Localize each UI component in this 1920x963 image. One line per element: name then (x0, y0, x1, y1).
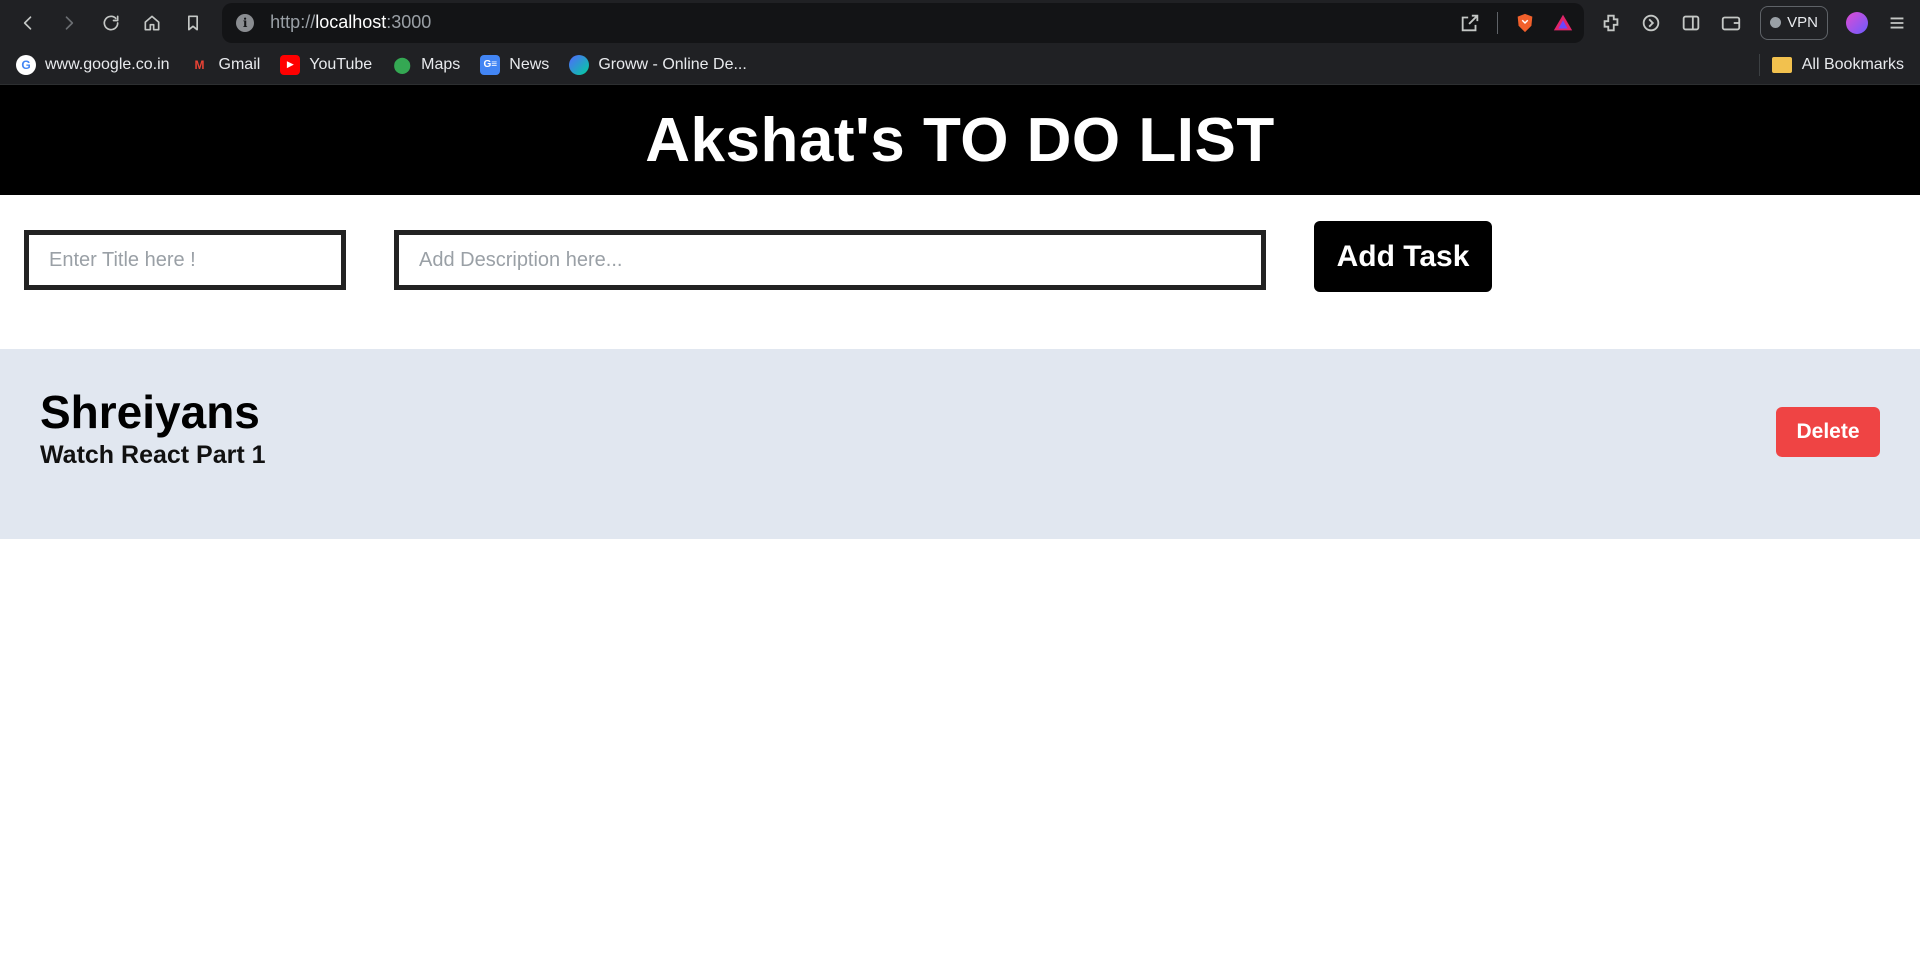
vpn-label: VPN (1787, 14, 1819, 31)
task-form: Add Task (0, 195, 1920, 345)
news-icon: G≡ (480, 54, 501, 75)
browser-toolbar: i http://localhost:3000 VPN (0, 0, 1920, 45)
task-title: Shreiyans (40, 386, 260, 438)
divider (1497, 11, 1499, 34)
task-item: Shreiyans Watch React Part 1 Delete (0, 349, 1920, 539)
extensions-icon[interactable] (1600, 12, 1622, 34)
bookmarks-bar: G www.google.co.in M Gmail ▶ YouTube ⬤ M… (0, 45, 1920, 85)
gmail-icon: M (194, 57, 205, 72)
vpn-status-icon (1770, 17, 1782, 28)
bookmark-label: YouTube (309, 55, 373, 73)
delete-button[interactable]: Delete (1776, 407, 1880, 457)
brave-shield-icon[interactable] (1514, 12, 1536, 34)
wallet-icon[interactable] (1720, 12, 1742, 34)
bookmark-maps[interactable]: ⬤ Maps (392, 55, 460, 75)
all-bookmarks-label: All Bookmarks (1801, 55, 1904, 73)
bookmark-google[interactable]: G www.google.co.in (16, 54, 170, 75)
groww-icon (569, 54, 590, 75)
description-input[interactable] (394, 230, 1266, 290)
bookmark-icon[interactable] (177, 6, 209, 40)
bookmark-label: Groww - Online De... (598, 55, 747, 73)
brave-rewards-icon[interactable] (1552, 12, 1574, 34)
all-bookmarks-button[interactable]: All Bookmarks (1758, 53, 1904, 76)
menu-icon[interactable] (1886, 12, 1908, 34)
leo-ai-icon[interactable] (1640, 12, 1662, 34)
back-icon[interactable] (12, 6, 44, 40)
bookmark-news[interactable]: G≡ News (480, 54, 550, 75)
profile-avatar[interactable] (1846, 11, 1869, 34)
share-icon[interactable] (1459, 12, 1481, 34)
reload-icon[interactable] (94, 6, 126, 40)
bookmark-gmail[interactable]: M Gmail (190, 55, 261, 75)
title-input[interactable] (24, 230, 346, 290)
home-icon[interactable] (136, 6, 168, 40)
url-text[interactable]: http://localhost:3000 (270, 12, 1459, 33)
folder-icon (1771, 56, 1792, 73)
bookmark-label: www.google.co.in (45, 55, 170, 73)
bookmark-groww[interactable]: Groww - Online De... (569, 54, 747, 75)
task-description: Watch React Part 1 (40, 441, 266, 469)
bookmark-label: Maps (421, 55, 461, 73)
bookmark-label: News (509, 55, 550, 73)
youtube-icon: ▶ (280, 54, 301, 75)
bookmark-youtube[interactable]: ▶ YouTube (280, 54, 373, 75)
add-task-button[interactable]: Add Task (1314, 221, 1492, 292)
app-header: Akshat's TO DO LIST (0, 85, 1920, 195)
page-title: Akshat's TO DO LIST (645, 105, 1275, 175)
bookmark-label: Gmail (218, 55, 261, 73)
vpn-button[interactable]: VPN (1760, 5, 1829, 40)
sidebar-icon[interactable] (1680, 12, 1702, 34)
site-info-icon[interactable]: i (236, 13, 255, 32)
forward-icon[interactable] (53, 6, 85, 40)
maps-icon: ⬤ (393, 56, 412, 74)
address-bar[interactable]: i http://localhost:3000 (222, 2, 1585, 43)
google-icon: G (16, 54, 36, 75)
